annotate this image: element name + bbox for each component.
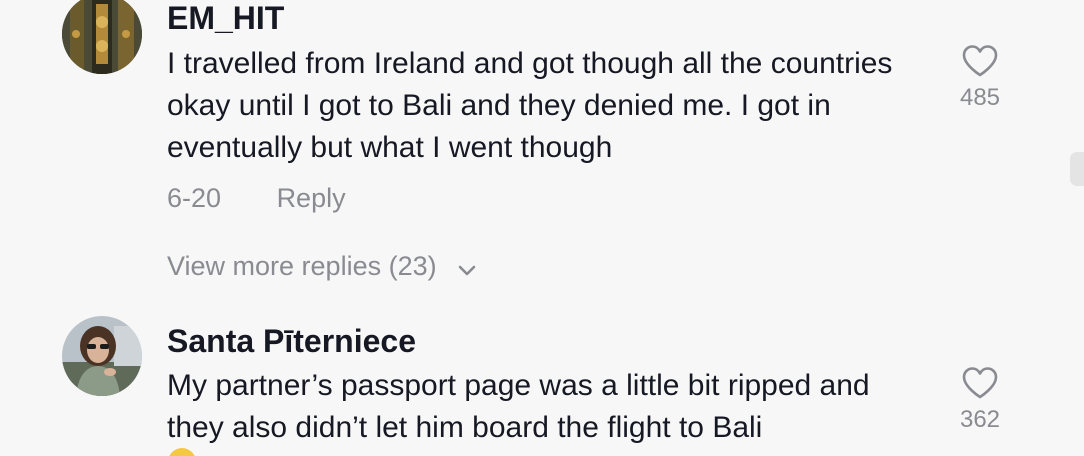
username[interactable]: Santa Pīterniece — [167, 323, 416, 359]
scrollbar-thumb[interactable] — [1070, 152, 1084, 186]
emoji-icon — [168, 448, 196, 456]
avatar[interactable] — [62, 0, 142, 74]
username[interactable]: EM_HIT — [167, 0, 284, 36]
comment-text: I travelled from Ireland and got though … — [167, 47, 893, 164]
avatar-image — [62, 316, 142, 396]
like-count: 485 — [959, 84, 1001, 111]
like-control: 485 — [944, 44, 1016, 112]
view-more-replies-label: View more replies (23) — [167, 251, 437, 281]
comment-text: My partner’s passport page was a little … — [167, 369, 870, 444]
avatar-image — [62, 0, 142, 74]
view-more-replies-button[interactable]: View more replies (23) — [167, 250, 476, 284]
comments-panel: EM_HIT I travelled from Ireland and got … — [0, 0, 1084, 456]
heart-icon[interactable] — [961, 44, 999, 78]
like-count: 362 — [959, 406, 1001, 433]
reply-button[interactable]: Reply — [277, 182, 346, 214]
like-control: 362 — [944, 366, 1016, 434]
comment-date: 6-20 — [167, 183, 222, 213]
comment-meta: 6-20 Reply — [167, 182, 346, 214]
heart-icon[interactable] — [961, 366, 999, 400]
chevron-down-icon — [458, 252, 476, 284]
avatar[interactable] — [62, 316, 142, 396]
